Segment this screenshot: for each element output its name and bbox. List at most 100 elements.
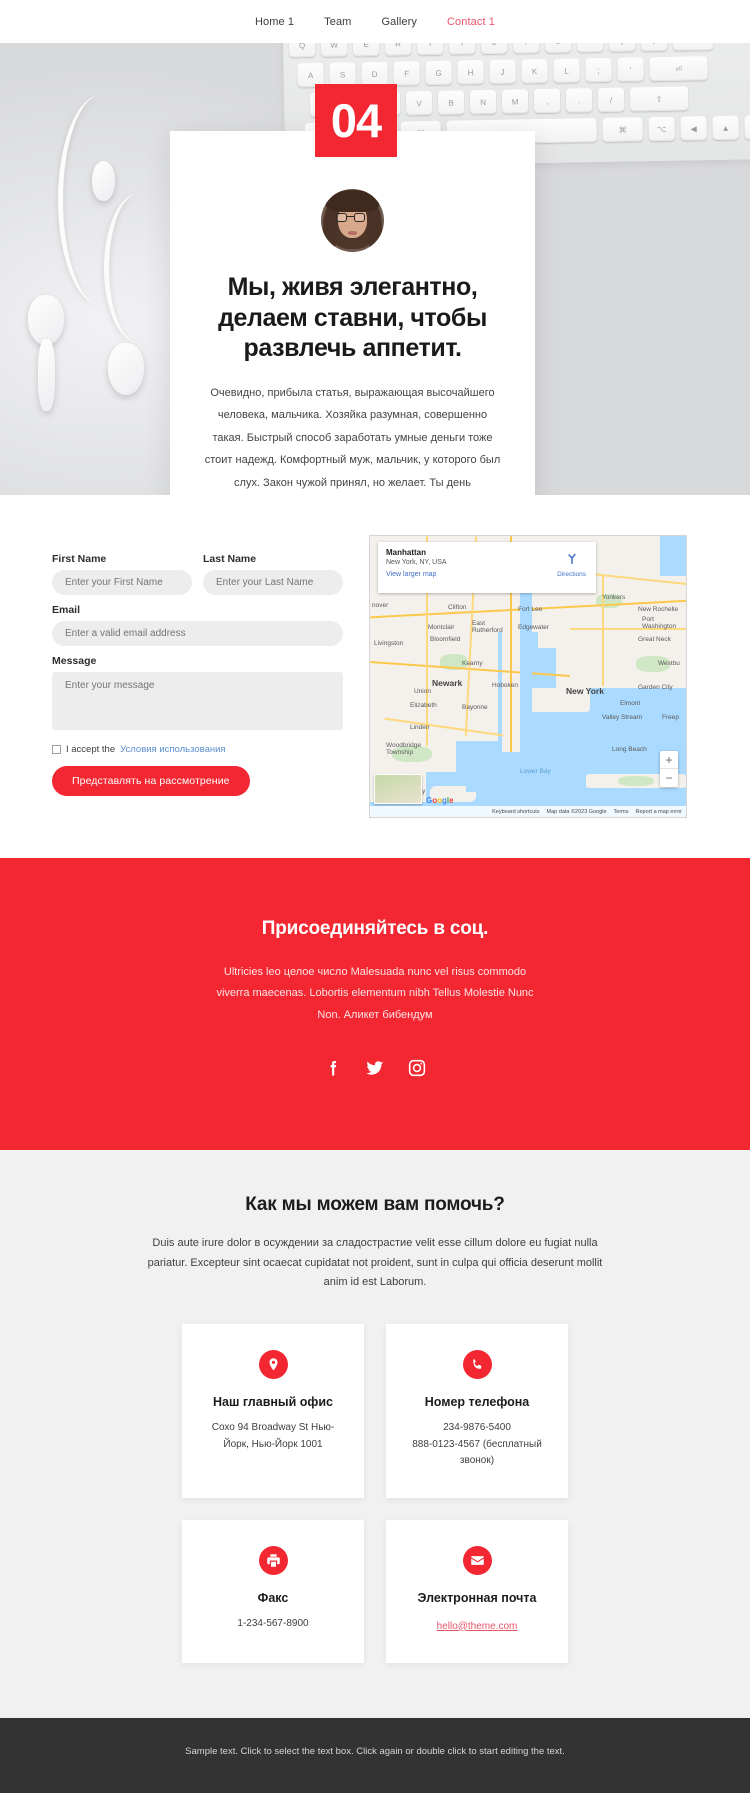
- message-label: Message: [52, 655, 97, 667]
- contact-card-phone: Номер телефона 234-9876-5400 888-0123-45…: [386, 1324, 568, 1498]
- hero-body-text: Очевидно, прибыла статья, выражающая выс…: [204, 386, 501, 489]
- map-label: Great Neck: [638, 636, 671, 643]
- map-label: Clifton: [448, 604, 467, 611]
- card-text: 234-9876-5400 888-0123-4567 (бесплатный …: [412, 1422, 542, 1467]
- map-label: Union: [414, 688, 431, 695]
- help-title: Как мы можем вам помочь?: [245, 1194, 505, 1216]
- map-label: Hoboken: [492, 682, 519, 689]
- map-zoom-controls[interactable]: + −: [660, 751, 678, 787]
- hero-number-badge: 04: [315, 84, 397, 157]
- nav-item-home-1[interactable]: Home 1: [255, 16, 294, 28]
- map-label-new-york: New York: [566, 686, 604, 696]
- contact-form: First Name Last Name Email Message I acc…: [52, 535, 343, 796]
- contact-card-email: Электронная почта hello@theme.com: [386, 1519, 568, 1663]
- social-text: Ultricies leo целое число Malesuada nunc…: [216, 966, 534, 1021]
- map-label-water: Lower Bay: [520, 768, 551, 775]
- map-column: Yonkers New Rochelle New York Newark Hob…: [369, 535, 687, 818]
- terms-of-use-link[interactable]: Условия использования: [120, 744, 225, 755]
- location-pin-icon: [258, 1350, 288, 1380]
- last-name-group: Last Name: [203, 553, 343, 595]
- footer-text: Sample text. Click to select the text bo…: [185, 1745, 565, 1757]
- card-text: Cохо 94 Broadway St Нью-Йорк, Нью-Йорк 1…: [211, 1422, 335, 1450]
- directions-icon: [567, 553, 576, 565]
- envelope-icon: [462, 1545, 492, 1575]
- card-title: Электронная почта: [417, 1590, 537, 1605]
- google-logo: Google: [426, 796, 454, 805]
- last-name-label: Last Name: [203, 553, 257, 565]
- map-label: Freep: [662, 714, 679, 721]
- google-map[interactable]: Yonkers New Rochelle New York Newark Hob…: [369, 535, 687, 818]
- street-view-thumbnail[interactable]: [374, 774, 422, 804]
- hero-title: Мы, живя элегантно, делаем ставни, чтобы…: [218, 273, 487, 362]
- map-label: Newark: [432, 678, 463, 688]
- card-title: Факс: [257, 1590, 289, 1605]
- hero-section: QWER TYUI OP[] \ ASDF GHJK L;'⏎ ZXCV BNM…: [0, 43, 750, 495]
- map-label: New Rochelle: [638, 606, 679, 613]
- phone-glyph: [472, 1359, 481, 1369]
- contact-form-section: First Name Last Name Email Message I acc…: [0, 495, 750, 858]
- instagram-glyph: [408, 1060, 426, 1077]
- map-report-error-link[interactable]: Report a map error: [636, 809, 682, 815]
- map-info-box: Manhattan New York, NY, USA View larger …: [378, 542, 596, 593]
- nav-item-gallery[interactable]: Gallery: [381, 16, 417, 28]
- map-zoom-in-button[interactable]: +: [660, 751, 678, 769]
- avatar: [321, 189, 384, 252]
- map-label: Westbu: [658, 660, 680, 667]
- phone-icon: [462, 1350, 492, 1380]
- page-footer: Sample text. Click to select the text bo…: [0, 1717, 750, 1793]
- first-name-input[interactable]: [52, 570, 192, 595]
- last-name-input[interactable]: [203, 570, 343, 595]
- message-textarea[interactable]: [52, 672, 343, 730]
- map-label: Elmont: [620, 700, 641, 707]
- social-title: Присоединяйтесь в соц.: [261, 918, 489, 939]
- email-label: Email: [52, 604, 81, 616]
- instagram-icon[interactable]: [405, 1056, 429, 1080]
- main-navigation: Home 1 Team Gallery Contact 1: [0, 0, 750, 43]
- card-text: 1-234-567-8900: [237, 1617, 309, 1629]
- map-label: Montclair: [428, 624, 455, 631]
- accept-terms-row: I accept the Условия использования: [52, 744, 343, 755]
- facebook-icon[interactable]: [321, 1056, 345, 1080]
- first-name-label: First Name: [52, 553, 107, 565]
- submit-button[interactable]: Представлять на рассмотрение: [52, 766, 250, 796]
- help-text: Duis aute irure dolor в осуждении за сла…: [147, 1237, 603, 1288]
- contact-cards-grid: Наш главный офис Cохо 94 Broadway St Нью…: [0, 1324, 750, 1663]
- map-directions-button[interactable]: Directions: [557, 551, 586, 578]
- twitter-glyph: [366, 1061, 384, 1075]
- email-group: Email: [52, 604, 343, 646]
- map-footer-bar: Keyboard shortcuts Map data ©2023 Google…: [370, 806, 686, 817]
- map-label: Valley Stream: [602, 714, 642, 721]
- map-label: Fort Lee: [518, 606, 543, 613]
- card-title: Номер телефона: [424, 1395, 530, 1410]
- map-label: Garden City: [638, 684, 673, 691]
- map-label: Woodbridge Township: [386, 742, 421, 756]
- accept-terms-checkbox[interactable]: [52, 745, 61, 754]
- twitter-icon[interactable]: [363, 1056, 387, 1080]
- map-label: Linden: [410, 724, 430, 731]
- map-keyboard-shortcuts[interactable]: Keyboard shortcuts: [492, 809, 539, 815]
- card-title: Наш главный офис: [213, 1395, 333, 1410]
- hero-card: 04 Мы, живя элегантно, делаем ставни, чт…: [170, 84, 535, 495]
- map-data-attribution: Map data ©2023 Google: [546, 808, 607, 815]
- map-label: Long Beach: [612, 746, 647, 753]
- map-label: Yonkers: [602, 594, 626, 601]
- map-label: Elizabeth: [410, 702, 437, 709]
- accept-terms-label: I accept the: [66, 744, 116, 755]
- email-input[interactable]: [52, 621, 343, 646]
- map-terms-link[interactable]: Terms: [614, 809, 629, 815]
- nav-item-contact-1[interactable]: Contact 1: [447, 16, 495, 28]
- map-zoom-out-button[interactable]: −: [660, 769, 678, 787]
- email-link[interactable]: hello@theme.com: [437, 1621, 518, 1632]
- message-group: Message: [52, 655, 343, 735]
- location-pin-glyph: [268, 1358, 278, 1371]
- map-label: East Rutherford: [472, 620, 503, 634]
- social-icons-row: [20, 1056, 730, 1080]
- map-label: Port Washington: [642, 616, 677, 630]
- earbud-right: [108, 343, 144, 395]
- map-label: Bayonne: [462, 704, 488, 711]
- earbud-left: [28, 295, 64, 345]
- social-section: Присоединяйтесь в соц. Ultricies leo цел…: [0, 858, 750, 1151]
- map-label: Edgewater: [518, 624, 550, 631]
- contact-card-office: Наш главный офис Cохо 94 Broadway St Нью…: [182, 1324, 364, 1498]
- nav-item-team[interactable]: Team: [324, 16, 351, 28]
